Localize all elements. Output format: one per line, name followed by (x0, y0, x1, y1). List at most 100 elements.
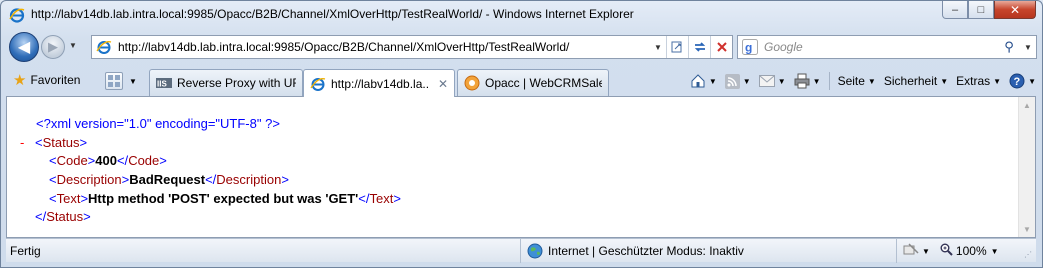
page-content: <?xml version="1.0" encoding="UTF-8" ?> … (6, 96, 1036, 238)
tools-menu[interactable]: Extras ▼ (956, 74, 1001, 88)
back-forward-group: ◀ ▶ ▼ (9, 32, 89, 62)
printer-icon (794, 73, 810, 89)
address-dropdown[interactable]: ▼ (650, 43, 666, 52)
popup-blocker-icon[interactable] (903, 242, 919, 260)
help-button[interactable]: ? ▼ (1009, 73, 1036, 89)
ie-page-icon (310, 77, 326, 91)
stop-icon (716, 42, 727, 52)
arrow-right-icon: ▶ (48, 39, 58, 54)
search-options-dropdown[interactable]: ▼ (1020, 43, 1036, 52)
arrow-left-icon: ◀ (17, 39, 31, 56)
xml-root-close-line: </Status> (35, 209, 91, 225)
tab-label: Opacc | WebCRMSale... (485, 76, 602, 90)
window-controls: – □ ✕ (942, 1, 1036, 19)
close-tab-icon[interactable]: ✕ (438, 77, 448, 91)
rss-icon (724, 73, 740, 89)
tab-opacc[interactable]: Opacc | WebCRMSale... (457, 69, 609, 96)
safety-menu[interactable]: Sicherheit ▼ (884, 74, 948, 88)
close-button[interactable]: ✕ (994, 1, 1036, 19)
recent-pages-dropdown[interactable]: ▼ (69, 41, 77, 50)
opacc-icon (464, 75, 480, 91)
read-mail-button[interactable]: ▼ (758, 75, 786, 87)
zone-label: Internet | Geschützter Modus: Inaktiv (548, 244, 744, 258)
svg-text:?: ? (1014, 76, 1021, 88)
status-text: Fertig (10, 244, 41, 258)
xml-value: 400 (95, 153, 117, 169)
tab-label: http://labv14db.la... (331, 76, 430, 91)
help-icon: ? (1009, 73, 1025, 89)
address-bar[interactable]: http://labv14db.lab.intra.local:9985/Opa… (91, 35, 733, 59)
compatibility-view-button[interactable] (666, 36, 688, 58)
xml-value: Http method 'POST' expected but was 'GET… (88, 190, 359, 206)
refresh-button[interactable] (688, 36, 710, 58)
collapse-toggle[interactable]: - (20, 134, 24, 153)
feeds-button[interactable]: ▼ (724, 73, 751, 89)
zoom-control[interactable]: 100% ▼ (940, 243, 999, 259)
url-input[interactable]: http://labv14db.lab.intra.local:9985/Opa… (118, 40, 650, 54)
zoom-level: 100% (955, 244, 987, 258)
quick-tabs-button[interactable]: ▼ (105, 70, 145, 92)
mail-icon (758, 75, 775, 87)
popup-dropdown[interactable]: ▼ (922, 247, 930, 256)
page-menu[interactable]: Seite ▼ (838, 74, 876, 88)
tab-current[interactable]: http://labv14db.la... ✕ (303, 69, 455, 97)
refresh-icon (694, 42, 705, 52)
scroll-up-arrow-icon[interactable]: ▲ (1019, 97, 1035, 113)
xml-tag-name: Text (369, 190, 394, 206)
browser-window: http://labv14db.lab.intra.local:9985/Opa… (0, 0, 1043, 268)
xml-tag-name: Code (128, 153, 160, 169)
zoom-icon (940, 243, 953, 259)
tools-menu-label: Extras (956, 74, 991, 88)
resize-grip-icon[interactable]: ⋰ (1024, 250, 1034, 260)
svg-text:g: g (745, 41, 752, 55)
star-icon: ★ (13, 72, 27, 89)
xml-element-description: <Description>BadRequest</Description> (49, 172, 289, 188)
compatibility-icon (671, 41, 681, 53)
status-bar: Fertig Internet | Geschützter Modus: Ina… (6, 238, 1036, 263)
xml-value: BadRequest (129, 172, 206, 188)
iis-icon: IIS (156, 78, 172, 89)
print-button[interactable]: ▼ (794, 73, 821, 89)
security-zone[interactable]: Internet | Geschützter Modus: Inaktiv (520, 239, 744, 263)
search-box[interactable]: g Google ⚲ ▼ (737, 35, 1037, 59)
xml-element-text: <Text>Http method 'POST' expected but wa… (49, 190, 401, 206)
tab-label: Reverse Proxy with UR... (177, 76, 296, 90)
svg-text:IIS: IIS (157, 80, 167, 89)
favorites-button[interactable]: ★ Favoriten (7, 70, 86, 90)
favorites-label: Favoriten (30, 73, 81, 87)
search-icon[interactable]: ⚲ (998, 39, 1020, 55)
globe-icon (527, 243, 543, 259)
xml-tag-name: Description (216, 172, 282, 188)
scroll-down-arrow-icon[interactable]: ▼ (1019, 221, 1035, 237)
zoom-dropdown[interactable]: ▼ (991, 247, 999, 256)
stop-button[interactable] (710, 36, 732, 58)
vertical-scrollbar[interactable]: ▲ ▼ (1018, 97, 1035, 237)
search-input[interactable]: Google (764, 40, 998, 54)
separator (828, 72, 830, 90)
xml-root-tag: Status (42, 134, 80, 150)
navigation-bar: ◀ ▶ ▼ http://labv14db.lab.intra.local:99… (1, 29, 1042, 65)
tab-list-dropdown[interactable]: ▼ (129, 77, 137, 86)
xml-root-open-line: - <Status> (7, 134, 401, 153)
google-icon: g (742, 39, 758, 55)
xml-declaration: <?xml version="1.0" encoding="UTF-8" ?> (36, 116, 280, 131)
back-button[interactable]: ◀ (9, 32, 39, 62)
title-bar: http://labv14db.lab.intra.local:9985/Opa… (1, 1, 1042, 29)
tab-bar: ★ Favoriten ▼ IIS Reverse Proxy with UR.… (1, 65, 1042, 97)
page-menu-label: Seite (837, 74, 865, 88)
quick-tabs-icon (105, 72, 123, 90)
forward-button[interactable]: ▶ (41, 35, 65, 59)
xml-document: <?xml version="1.0" encoding="UTF-8" ?> … (7, 115, 401, 227)
internet-explorer-icon (9, 8, 25, 23)
safety-menu-label: Sicherheit (883, 74, 938, 88)
xml-root-close-tag: Status (46, 209, 84, 225)
tab-reverse-proxy[interactable]: IIS Reverse Proxy with UR... (149, 69, 303, 96)
home-icon (691, 74, 705, 88)
minimize-button[interactable]: – (942, 1, 968, 19)
home-button[interactable]: ▼ (690, 73, 717, 89)
maximize-button[interactable]: □ (968, 1, 994, 19)
xml-element-code: <Code>400</Code> (49, 153, 167, 169)
status-tools: ▼ 100% ▼ (896, 239, 999, 263)
window-title: http://labv14db.lab.intra.local:9985/Opa… (31, 7, 634, 21)
command-bar: ▼ ▼ ▼ ▼ Seite ▼ Sicherheit ▼ Extras ▼ ? … (682, 71, 1036, 91)
